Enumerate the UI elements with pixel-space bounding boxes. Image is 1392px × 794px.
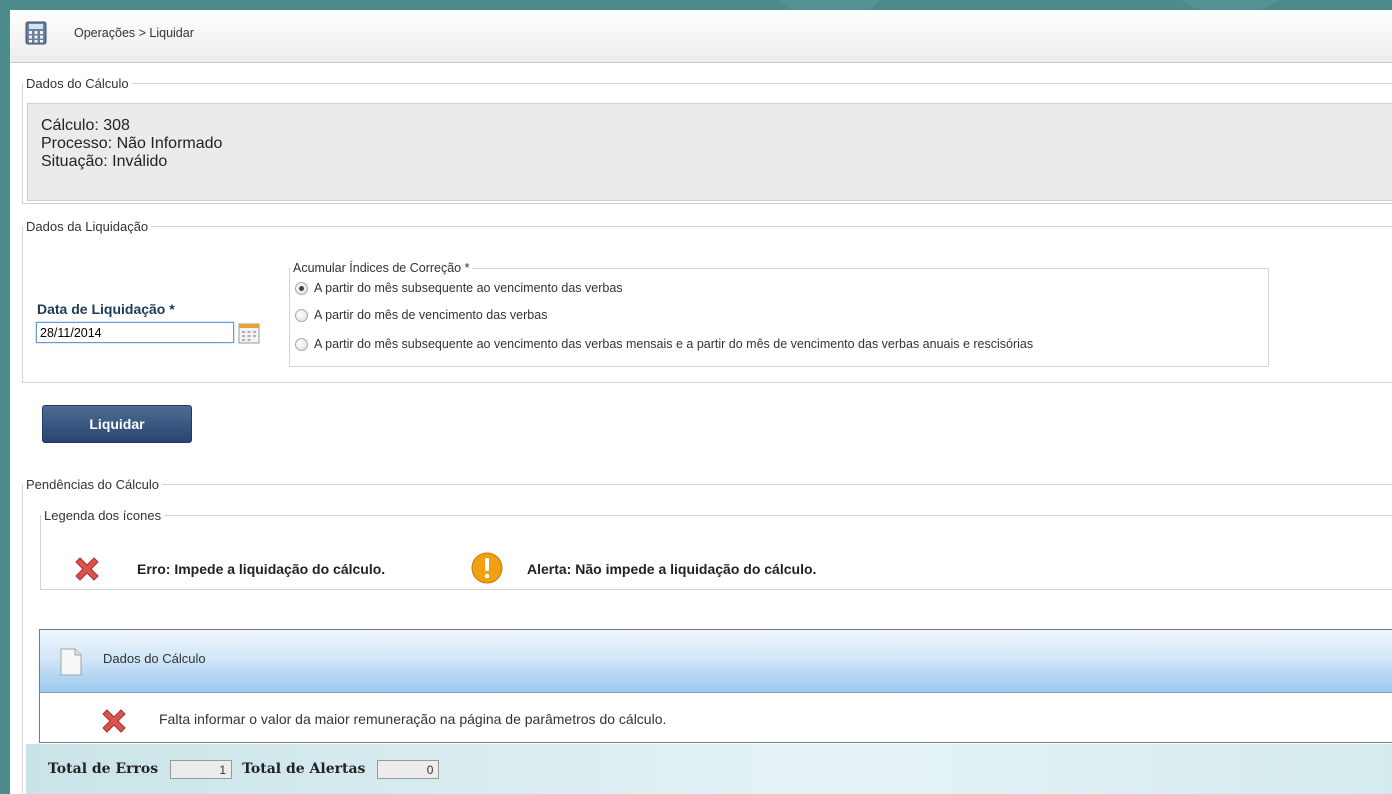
data-liquidacao-label: Data de Liquidação *: [37, 301, 175, 317]
dados-liquidacao-legend: Dados da Liquidação: [26, 219, 149, 234]
alerta-legend-text: Alerta: Não impede a liquidação do cálcu…: [527, 561, 817, 577]
breadcrumb: Operações > Liquidar: [74, 26, 194, 40]
radio-button[interactable]: [295, 308, 308, 322]
situacao-info: Situação: Inválido: [41, 153, 168, 170]
acumular-indices-legend: Acumular Índices de Correção *: [293, 261, 470, 275]
totals-bar: Total de Erros 1 Total de Alertas 0: [26, 744, 1392, 794]
option-mensais-anuais[interactable]: A partir do mês subsequente ao venciment…: [295, 337, 1033, 351]
option-label: A partir do mês subsequente ao venciment…: [314, 337, 1034, 351]
total-erros-value: 1: [170, 759, 233, 779]
panel-title: Dados do Cálculo: [103, 651, 206, 666]
acumular-indices-group: Acumular Índices de Correção * A partir …: [289, 261, 1269, 367]
top-bar: Operações > Liquidar: [10, 10, 1392, 63]
total-erros-label: Total de Erros: [48, 761, 159, 777]
total-alertas-label: Total de Alertas: [242, 761, 366, 777]
option-mes-vencimento[interactable]: A partir do mês de vencimento das verbas: [295, 308, 547, 322]
data-liquidacao-input[interactable]: [36, 322, 234, 343]
processo-info: Processo: Não Informado: [41, 135, 223, 152]
alert-icon: [471, 552, 503, 584]
calculo-info-box: Cálculo: 308 Processo: Não Informado Sit…: [27, 103, 1392, 201]
document-icon: [60, 648, 82, 676]
calculo-number: Cálculo: 308: [41, 117, 130, 134]
option-label: A partir do mês subsequente ao venciment…: [314, 281, 623, 295]
option-mes-subsequente[interactable]: A partir do mês subsequente ao venciment…: [295, 281, 623, 295]
option-label: A partir do mês de vencimento das verbas: [314, 308, 548, 322]
dados-calculo-legend: Dados do Cálculo: [26, 76, 129, 91]
panel-header: Dados do Cálculo: [40, 630, 1392, 693]
dados-calculo-section: Dados do Cálculo Cálculo: 308 Processo: …: [22, 76, 1392, 204]
legenda-icones-legend: Legenda dos ícones: [44, 508, 162, 523]
liquidar-button[interactable]: Liquidar: [42, 405, 192, 443]
main-page: Operações > Liquidar Dados do Cálculo Cá…: [10, 10, 1392, 794]
calendar-icon[interactable]: [238, 322, 260, 344]
radio-button[interactable]: [295, 337, 308, 351]
error-x-icon: [75, 557, 99, 581]
legenda-icones-section: Legenda dos ícones Erro: Impede a liquid…: [40, 508, 1392, 590]
radio-button-checked[interactable]: [295, 281, 308, 295]
pendencias-legend: Pendências do Cálculo: [26, 477, 159, 492]
pendencias-panel: Dados do Cálculo Falta informar o valor …: [39, 629, 1392, 743]
calculator-icon: [25, 21, 47, 45]
dados-liquidacao-section: Dados da Liquidação Data de Liquidação *…: [22, 219, 1392, 383]
error-x-icon: [102, 709, 126, 733]
total-alertas-value: 0: [377, 759, 440, 779]
erro-legend-text: Erro: Impede a liquidação do cálculo.: [137, 561, 386, 577]
pendencia-message: Falta informar o valor da maior remunera…: [159, 711, 667, 727]
